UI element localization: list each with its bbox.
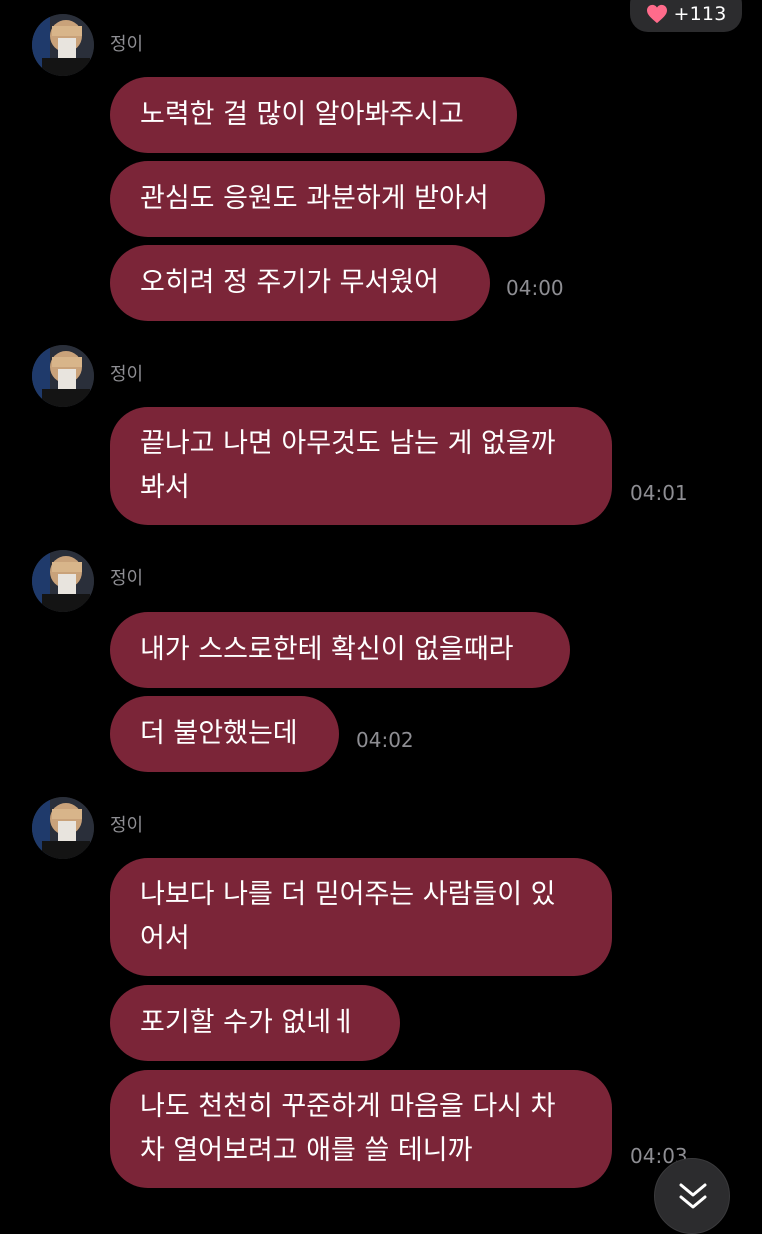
sender-name: 정이 bbox=[110, 815, 144, 836]
sender-avatar[interactable] bbox=[32, 345, 94, 407]
chevron-down-icon bbox=[679, 1183, 707, 1209]
message-bubble[interactable]: 관심도 응원도 과분하게 받아서 bbox=[110, 161, 545, 237]
message-bubble[interactable]: 오히려 정 주기가 무서웠어 bbox=[110, 245, 490, 321]
like-count: +113 bbox=[673, 3, 727, 25]
sender-name: 정이 bbox=[110, 34, 144, 55]
message-timestamp: 04:00 bbox=[506, 276, 564, 300]
message-bubble[interactable]: 포기할 수가 없네ㅔ bbox=[110, 985, 400, 1061]
message-timestamp: 04:02 bbox=[356, 728, 414, 752]
message-bubble[interactable]: 나보다 나를 더 믿어주는 사람들이 있 어서 bbox=[110, 858, 612, 976]
sender-avatar[interactable] bbox=[32, 550, 94, 612]
message-bubble[interactable]: 노력한 걸 많이 알아봐주시고 bbox=[110, 77, 517, 153]
message-bubble[interactable]: 끝나고 나면 아무것도 남는 게 없을까 봐서 bbox=[110, 407, 612, 525]
sender-name: 정이 bbox=[110, 568, 144, 589]
message-bubble[interactable]: 나도 천천히 꾸준하게 마음을 다시 차 차 열어보려고 애를 쓸 테니까 bbox=[110, 1070, 612, 1188]
message-bubble[interactable]: 내가 스스로한테 확신이 없을때라 bbox=[110, 612, 570, 688]
scroll-to-bottom-button[interactable] bbox=[654, 1158, 730, 1234]
sender-name: 정이 bbox=[110, 364, 144, 385]
message-bubble[interactable]: 더 불안했는데 bbox=[110, 696, 339, 772]
sender-avatar[interactable] bbox=[32, 797, 94, 859]
message-timestamp: 04:01 bbox=[630, 481, 688, 505]
heart-icon bbox=[646, 4, 667, 24]
like-reaction-badge[interactable]: +113 bbox=[630, 0, 742, 32]
sender-avatar[interactable] bbox=[32, 14, 94, 76]
